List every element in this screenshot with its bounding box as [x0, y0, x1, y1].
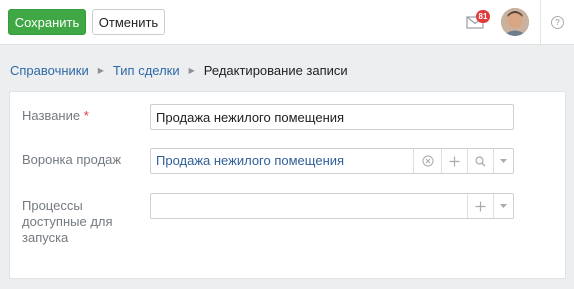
funnel-label: Воронка продаж — [22, 152, 122, 167]
required-mark: * — [83, 108, 89, 123]
processes-label-line-3: запуска — [22, 230, 69, 245]
breadcrumb-current: Редактирование записи — [203, 62, 348, 78]
plus-icon[interactable] — [467, 194, 493, 218]
funnel-lookup[interactable]: Продажа нежилого помещения — [150, 148, 514, 174]
name-input[interactable]: Продажа нежилого помещения — [150, 104, 514, 130]
notifications-badge[interactable]: 81 — [476, 10, 490, 23]
plus-icon[interactable] — [441, 149, 467, 173]
search-icon[interactable] — [467, 149, 493, 173]
breadcrumb: Справочники ▶ Тип сделки ▶ Редактировани… — [10, 61, 348, 79]
breadcrumb-item-deal-type[interactable]: Тип сделки — [113, 63, 180, 78]
avatar[interactable] — [501, 8, 529, 36]
clear-icon[interactable] — [413, 149, 441, 173]
processes-lookup[interactable] — [150, 193, 514, 219]
chevron-down-icon[interactable] — [493, 194, 513, 218]
funnel-value-link[interactable]: Продажа нежилого помещения — [156, 149, 344, 173]
cancel-button[interactable]: Отменить — [92, 9, 165, 35]
processes-label: Процессы доступные для запуска — [22, 198, 113, 246]
chevron-down-icon[interactable] — [493, 149, 513, 173]
processes-label-line-2: доступные для — [22, 214, 113, 229]
processes-label-line-1: Процессы — [22, 198, 83, 213]
toolbar-divider — [540, 0, 541, 45]
save-button[interactable]: Сохранить — [8, 9, 86, 35]
name-label-text: Название — [22, 108, 81, 123]
name-label: Название * — [22, 108, 89, 124]
breadcrumb-separator-icon: ▶ — [188, 65, 195, 75]
top-toolbar: Сохранить Отменить 81 ? — [0, 0, 574, 45]
help-icon[interactable]: ? — [551, 16, 564, 29]
breadcrumb-separator-icon: ▶ — [97, 65, 104, 75]
breadcrumb-item-directories[interactable]: Справочники — [10, 63, 89, 78]
